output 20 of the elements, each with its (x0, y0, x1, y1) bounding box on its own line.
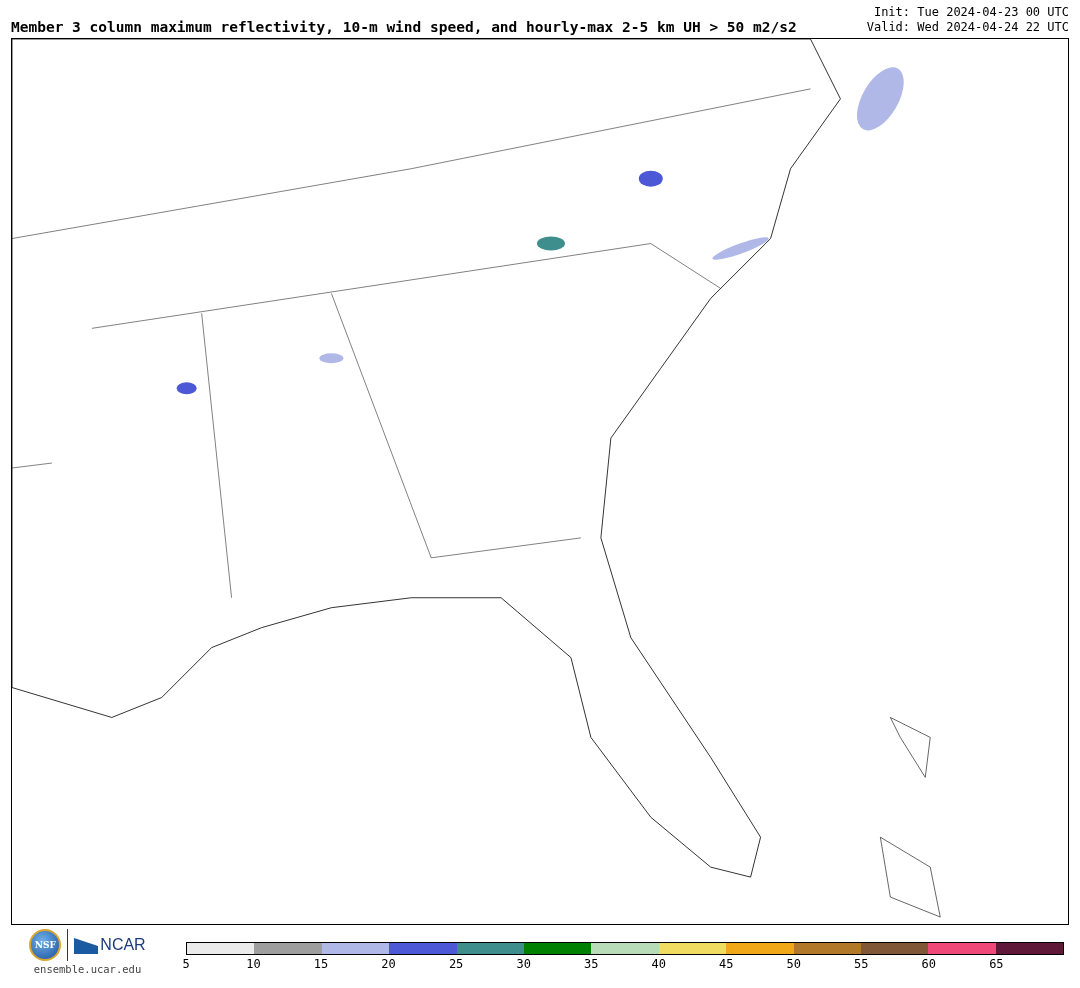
scale-tick-label: 50 (786, 957, 801, 971)
scale-tick-label: 25 (448, 957, 464, 971)
scale-tick-label: 55 (854, 957, 869, 971)
scale-tick-label: 60 (921, 957, 937, 971)
website-url: ensemble.ucar.edu (33, 963, 142, 975)
scale-tick-label: 65 (989, 957, 1004, 971)
scale-tick-label: 20 (381, 957, 396, 971)
scale-tick-label: 45 (719, 957, 734, 971)
valid-time: Valid: Wed 2024-04-24 22 UTC (866, 20, 1069, 35)
scale-tick-label: 30 (516, 957, 531, 971)
scale-tick-label: 5 (182, 957, 190, 971)
init-time: Init: Tue 2024-04-23 00 UTC (873, 5, 1069, 20)
chart-title: Member 3 column maximum reflectivity, 10-m wind speed, and hourly-max 2-5 km UH > 50 m2/s2 (11, 19, 797, 35)
ncar-logo-text: NCAR (100, 936, 146, 954)
scale-tick-label: 10 (246, 957, 261, 971)
ncar-logo-icon (74, 936, 99, 954)
scale-tick-label: 40 (651, 957, 666, 971)
nsf-logo: NSF (29, 929, 62, 961)
scale-tick-label: 35 (583, 957, 599, 971)
scale-tick-label: 15 (313, 957, 329, 971)
